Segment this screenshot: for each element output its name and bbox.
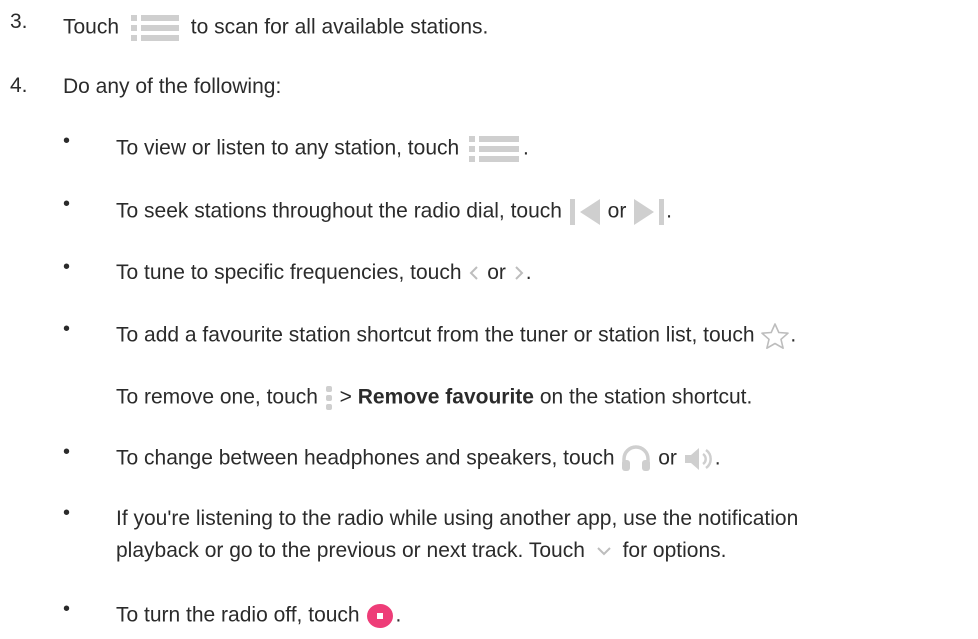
bullet: • xyxy=(63,441,71,463)
star-outline-icon xyxy=(760,322,790,350)
bullet-off: To turn the radio off, touch . xyxy=(116,602,401,630)
station-list-icon xyxy=(125,13,185,43)
seek-next-icon xyxy=(632,197,666,227)
station-list-icon xyxy=(465,134,523,164)
bullet-view: To view or listen to any station, touch … xyxy=(116,134,529,164)
bullet: • xyxy=(63,318,71,340)
seek-previous-icon xyxy=(568,197,602,227)
more-options-icon xyxy=(324,383,334,413)
bullet-notification-line2: playback or go to the previous or next t… xyxy=(116,539,727,562)
power-off-icon xyxy=(365,602,395,630)
step-3-text: Touch to scan for all available stations… xyxy=(63,13,488,43)
bullet-audio: To change between headphones and speaker… xyxy=(116,445,721,473)
bullet-notification-line1: If you're listening to the radio while u… xyxy=(116,507,799,530)
chevron-left-icon xyxy=(467,263,481,283)
remove-favourite-text: To remove one, touch > Remove favourite … xyxy=(116,383,752,413)
bullet-seek: To seek stations throughout the radio di… xyxy=(116,197,672,227)
step-number: 4. xyxy=(10,74,28,97)
chevron-right-icon xyxy=(512,263,526,283)
bullet-tune: To tune to specific frequencies, touch o… xyxy=(116,261,532,284)
bullet: • xyxy=(63,130,71,152)
bullet: • xyxy=(63,502,71,524)
chevron-down-icon xyxy=(595,544,613,558)
step-4-text: Do any of the following: xyxy=(63,75,282,98)
bullet-favourite: To add a favourite station shortcut from… xyxy=(116,322,796,350)
step-number: 3. xyxy=(10,10,28,33)
speaker-icon xyxy=(683,445,715,473)
headphones-icon xyxy=(620,445,652,473)
bullet: • xyxy=(63,256,71,278)
bullet: • xyxy=(63,193,71,215)
bullet: • xyxy=(63,598,71,620)
